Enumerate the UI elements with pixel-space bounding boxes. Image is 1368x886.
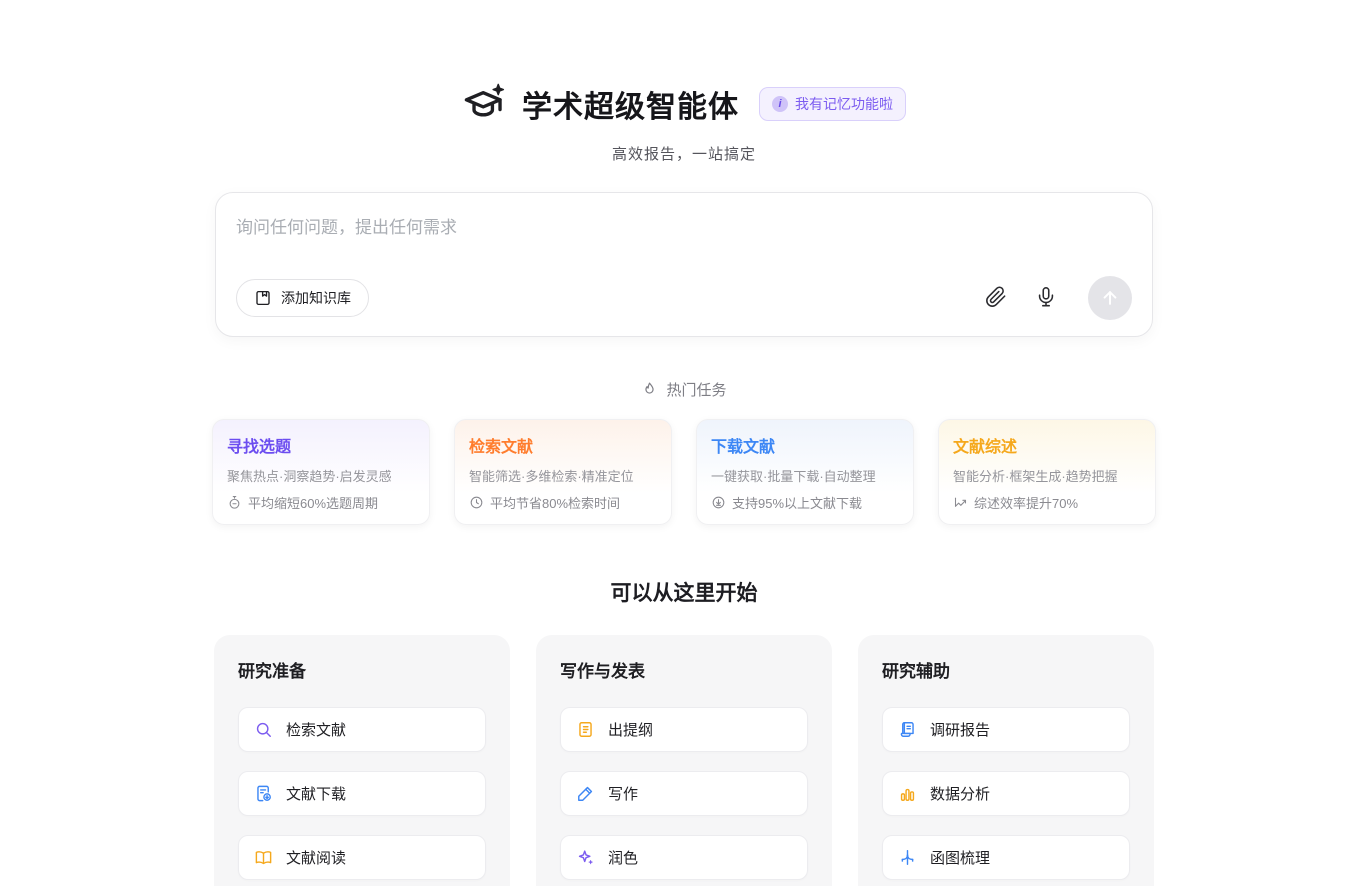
item-label: 检索文献 — [286, 719, 346, 740]
search-icon — [254, 720, 273, 739]
add-knowledge-base-label: 添加知识库 — [281, 288, 351, 308]
prompt-composer: 添加知识库 — [215, 192, 1153, 337]
hot-tasks-header: 热门任务 — [0, 379, 1368, 400]
hot-tasks-label: 热门任务 — [666, 379, 726, 400]
composer-toolbar: 添加知识库 — [236, 276, 1132, 320]
bar-chart-icon — [898, 784, 917, 803]
hot-card-search-literature[interactable]: 检索文献 智能筛选·多维检索·精准定位 平均节省80%检索时间 — [454, 419, 672, 525]
graduation-cap-sparkle-icon — [462, 83, 508, 125]
page-subtitle: 高效报告，一站搞定 — [0, 143, 1368, 164]
group-title: 研究准备 — [238, 657, 486, 682]
info-icon: i — [772, 96, 788, 112]
item-diagram-organizing[interactable]: 函图梳理 — [882, 835, 1130, 880]
hot-card-stat-text: 平均节省80%检索时间 — [490, 493, 620, 512]
composer-actions — [984, 276, 1132, 320]
doc-download-icon — [254, 784, 273, 803]
item-label: 调研报告 — [930, 719, 990, 740]
pencil-icon — [576, 784, 595, 803]
memory-feature-badge[interactable]: i 我有记忆功能啦 — [759, 87, 906, 121]
item-writing[interactable]: 写作 — [560, 771, 808, 816]
attach-file-button[interactable] — [984, 286, 1008, 310]
hot-card-title: 下载文献 — [711, 433, 899, 457]
voice-input-button[interactable] — [1034, 286, 1058, 310]
send-button[interactable] — [1088, 276, 1132, 320]
memory-badge-label: 我有记忆功能啦 — [795, 94, 893, 114]
outline-doc-icon — [576, 720, 595, 739]
hot-card-literature-review[interactable]: 文献综述 智能分析·框架生成·趋势把握 综述效率提升70% — [938, 419, 1156, 525]
hot-card-desc: 聚焦热点·洞察趋势·启发灵感 — [227, 466, 415, 485]
hot-card-stat: 综述效率提升70% — [953, 493, 1141, 512]
hot-card-stat-text: 平均缩短60%选题周期 — [248, 493, 378, 512]
item-label: 出提纲 — [608, 719, 653, 740]
add-knowledge-base-button[interactable]: 添加知识库 — [236, 279, 369, 317]
download-circle-icon — [711, 495, 726, 510]
start-groups: 研究准备 检索文献 文献下载 文献阅读 — [214, 635, 1154, 886]
hot-card-desc: 一键获取·批量下载·自动整理 — [711, 466, 899, 485]
prompt-input[interactable] — [236, 213, 1132, 259]
microphone-icon — [1035, 286, 1057, 308]
hot-card-find-topic[interactable]: 寻找选题 聚焦热点·洞察趋势·启发灵感 平均缩短60%选题周期 — [212, 419, 430, 525]
item-label: 数据分析 — [930, 783, 990, 804]
page-title: 学术超级智能体 — [522, 82, 739, 126]
hot-card-desc: 智能分析·框架生成·趋势把握 — [953, 466, 1141, 485]
item-label: 文献阅读 — [286, 847, 346, 868]
item-create-outline[interactable]: 出提纲 — [560, 707, 808, 752]
hot-task-cards: 寻找选题 聚焦热点·洞察趋势·启发灵感 平均缩短60%选题周期 检索文献 智能筛… — [212, 419, 1156, 525]
group-research-prep: 研究准备 检索文献 文献下载 文献阅读 — [214, 635, 510, 886]
start-section-title: 可以从这里开始 — [0, 577, 1368, 607]
hot-card-stat-text: 综述效率提升70% — [974, 493, 1078, 512]
item-literature-download[interactable]: 文献下载 — [238, 771, 486, 816]
hot-card-stat: 平均缩短60%选题周期 — [227, 493, 415, 512]
hot-card-title: 寻找选题 — [227, 433, 415, 457]
group-title: 研究辅助 — [882, 657, 1130, 682]
group-research-assist: 研究辅助 调研报告 数据分析 — [858, 635, 1154, 886]
item-literature-reading[interactable]: 文献阅读 — [238, 835, 486, 880]
trend-up-icon — [953, 495, 968, 510]
hot-card-download-literature[interactable]: 下载文献 一键获取·批量下载·自动整理 支持95%以上文献下载 — [696, 419, 914, 525]
item-label: 函图梳理 — [930, 847, 990, 868]
open-book-icon — [254, 848, 273, 867]
item-research-report[interactable]: 调研报告 — [882, 707, 1130, 752]
item-label: 润色 — [608, 847, 638, 868]
hot-card-desc: 智能筛选·多维检索·精准定位 — [469, 466, 657, 485]
academic-agent-home: 学术超级智能体 i 我有记忆功能啦 高效报告，一站搞定 添加知识库 — [0, 0, 1368, 886]
hot-card-stat: 平均节省80%检索时间 — [469, 493, 657, 512]
group-writing-publishing: 写作与发表 出提纲 写作 润色 — [536, 635, 832, 886]
paperclip-icon — [985, 286, 1007, 308]
group-title: 写作与发表 — [560, 657, 808, 682]
stopwatch-icon — [227, 495, 242, 510]
hot-card-stat: 支持95%以上文献下载 — [711, 493, 899, 512]
hot-card-stat-text: 支持95%以上文献下载 — [732, 493, 862, 512]
clock-icon — [469, 495, 484, 510]
sparkle-star-icon — [576, 848, 595, 867]
knowledge-base-icon — [254, 289, 272, 307]
send-up-arrow-icon — [1100, 288, 1120, 308]
report-scroll-icon — [898, 720, 917, 739]
header: 学术超级智能体 i 我有记忆功能啦 — [0, 0, 1368, 126]
hot-card-title: 文献综述 — [953, 433, 1141, 457]
item-label: 写作 — [608, 783, 638, 804]
item-data-analysis[interactable]: 数据分析 — [882, 771, 1130, 816]
tree-diagram-icon — [898, 848, 917, 867]
item-search-literature[interactable]: 检索文献 — [238, 707, 486, 752]
flame-icon — [641, 381, 658, 398]
item-polish[interactable]: 润色 — [560, 835, 808, 880]
item-label: 文献下载 — [286, 783, 346, 804]
hot-card-title: 检索文献 — [469, 433, 657, 457]
